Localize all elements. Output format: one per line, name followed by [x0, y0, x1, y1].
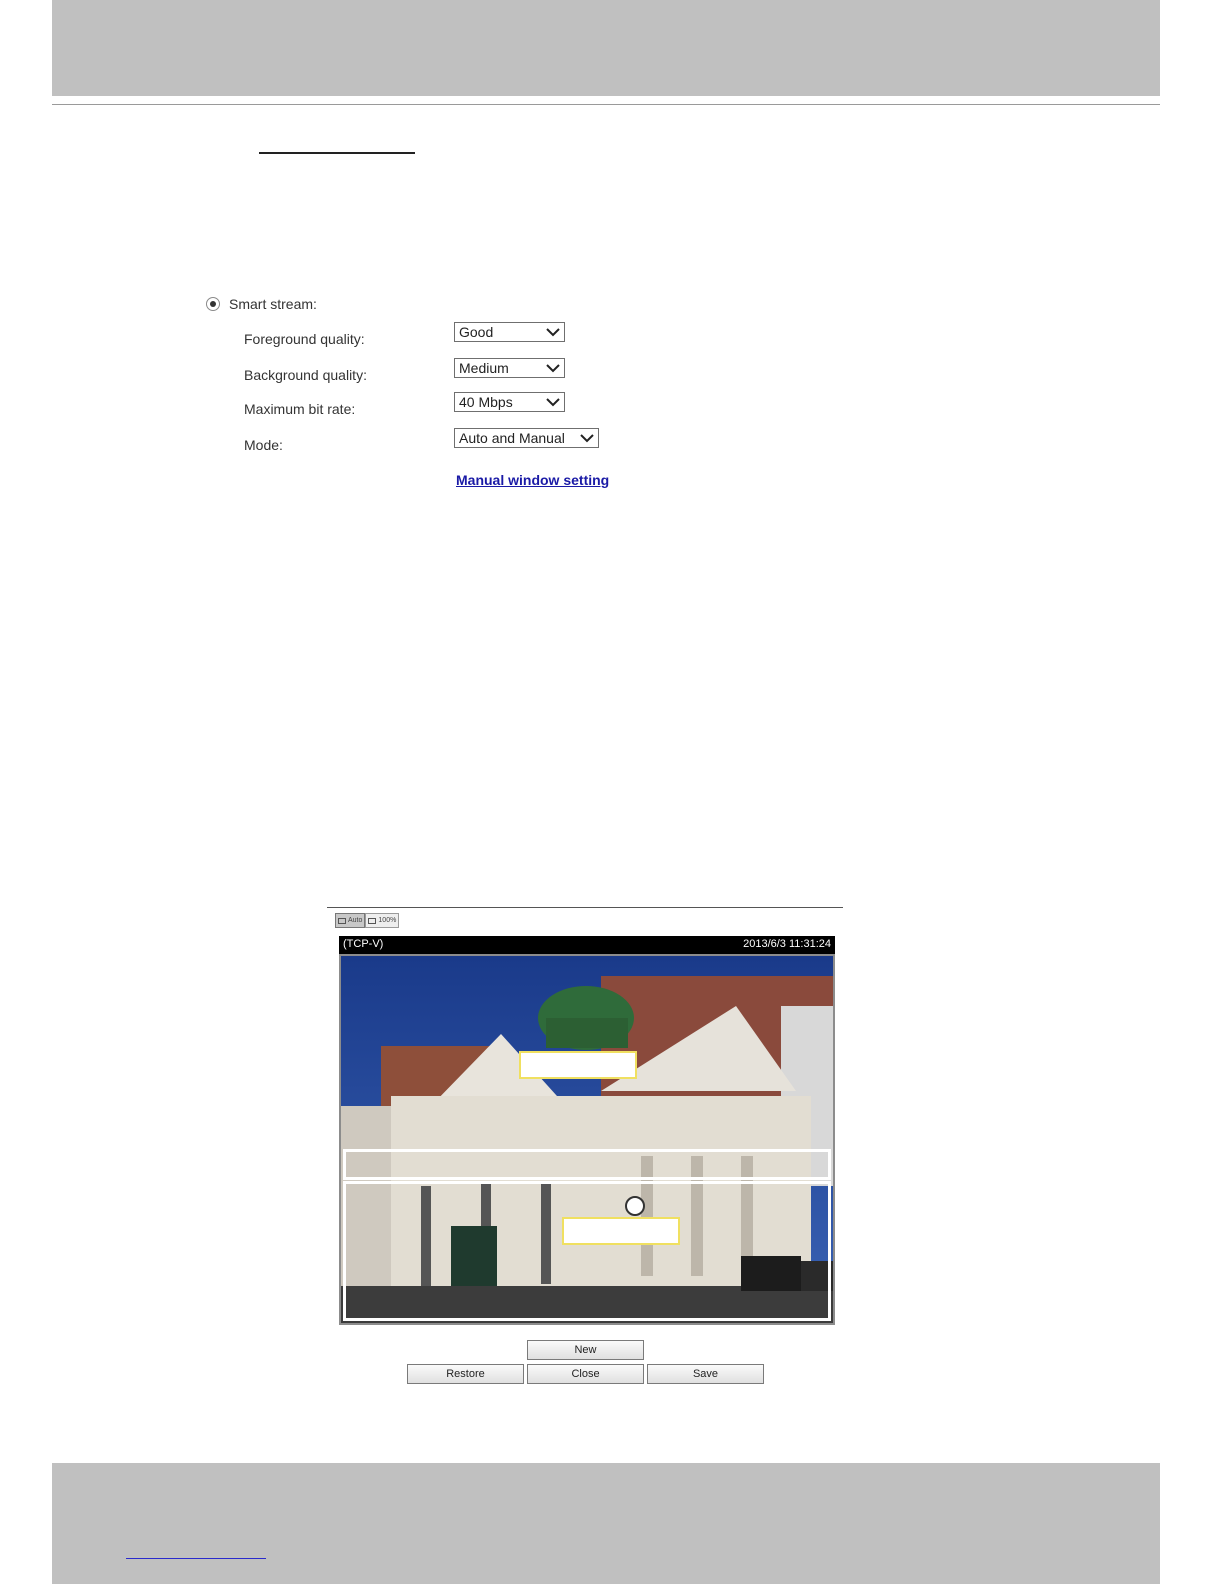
- foreground-quality-value: Good: [459, 324, 494, 340]
- mode-select[interactable]: Auto and Manual: [454, 428, 599, 448]
- manual-window-setting-link[interactable]: Manual window setting: [456, 472, 609, 488]
- zoom-auto-button[interactable]: Auto: [335, 913, 366, 928]
- stream-protocol: (TCP-V): [343, 938, 384, 950]
- live-video-view[interactable]: [339, 954, 835, 1325]
- page-footer-band: [52, 1463, 1160, 1584]
- actual-size-icon: [368, 917, 377, 924]
- background-quality-value: Medium: [459, 360, 509, 376]
- mode-value: Auto and Manual: [459, 430, 565, 446]
- chevron-down-icon: [546, 364, 560, 373]
- page-header-band: [52, 0, 1160, 96]
- section-title-underline: [259, 152, 415, 154]
- window-region-outline[interactable]: [343, 1181, 831, 1321]
- window-region-outline[interactable]: [343, 1149, 831, 1180]
- chevron-down-icon: [546, 328, 560, 337]
- zoom-100-label: 100%: [378, 917, 397, 924]
- chevron-down-icon: [546, 398, 560, 407]
- preview-panel-divider: [327, 907, 843, 908]
- background-quality-select[interactable]: Medium: [454, 358, 565, 378]
- footer-link-underline[interactable]: [126, 1558, 266, 1559]
- zoom-auto-label: Auto: [348, 917, 363, 924]
- foreground-quality-select[interactable]: Good: [454, 322, 565, 342]
- foreground-quality-label: Foreground quality:: [244, 331, 365, 347]
- chevron-down-icon: [580, 434, 594, 443]
- manual-window-box[interactable]: [562, 1217, 680, 1245]
- restore-button[interactable]: Restore: [407, 1364, 524, 1384]
- save-button[interactable]: Save: [647, 1364, 764, 1384]
- smart-stream-option[interactable]: Smart stream:: [206, 295, 317, 313]
- new-button[interactable]: New: [527, 1340, 644, 1360]
- smart-stream-radio[interactable]: [206, 297, 220, 311]
- smart-stream-label: Smart stream:: [229, 296, 317, 312]
- fit-screen-icon: [338, 917, 346, 924]
- manual-window-box[interactable]: [519, 1051, 637, 1079]
- zoom-100-button[interactable]: 100%: [365, 913, 400, 928]
- mode-label: Mode:: [244, 437, 283, 453]
- video-timestamp: 2013/6/3 11:31:24: [743, 938, 831, 950]
- header-divider: [52, 104, 1160, 105]
- maximum-bit-rate-value: 40 Mbps: [459, 394, 513, 410]
- maximum-bit-rate-label: Maximum bit rate:: [244, 401, 356, 417]
- zoom-toolbar: Auto 100%: [335, 913, 400, 928]
- close-button[interactable]: Close: [527, 1364, 644, 1384]
- video-info-bar: (TCP-V) 2013/6/3 11:31:24: [339, 936, 835, 954]
- maximum-bit-rate-select[interactable]: 40 Mbps: [454, 392, 565, 412]
- background-quality-label: Background quality:: [244, 367, 367, 383]
